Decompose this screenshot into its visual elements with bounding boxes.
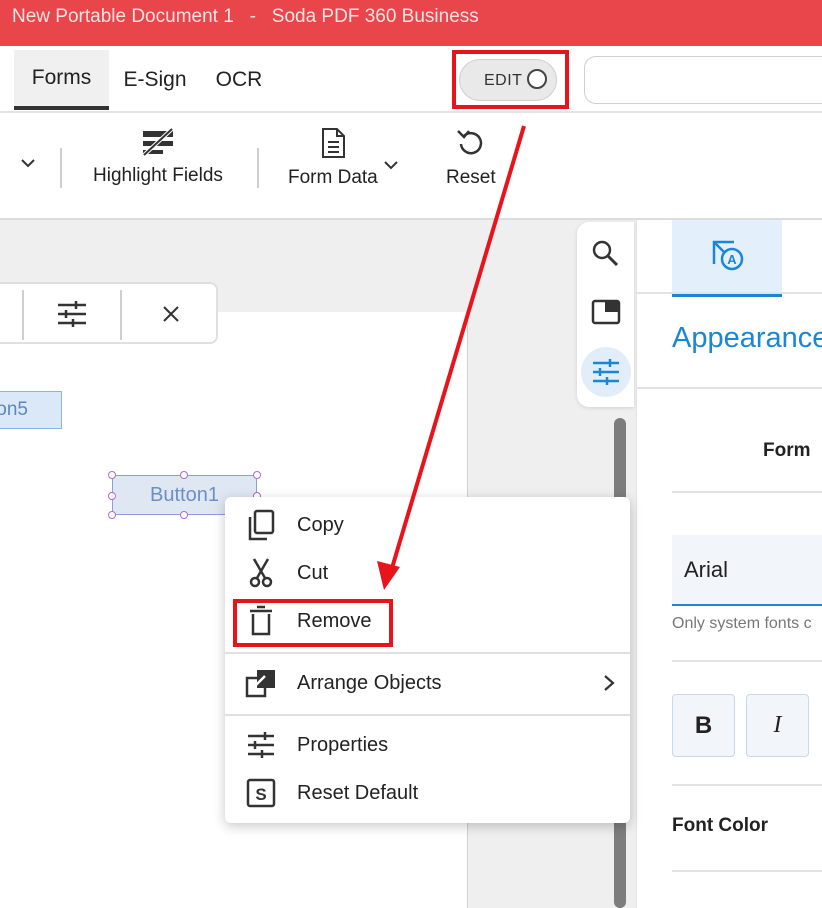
side-icon-strip [577, 222, 634, 407]
ribbon-divider [257, 148, 259, 188]
sliders-icon[interactable] [56, 300, 88, 328]
form-data-button[interactable]: Form Data [288, 127, 378, 189]
tab-forms[interactable]: Forms [14, 50, 109, 110]
tab-ocr[interactable]: OCR [206, 50, 272, 110]
form-field-button5[interactable]: on5 [0, 391, 62, 429]
sliders-icon [593, 359, 619, 385]
bold-button[interactable]: B [672, 694, 735, 757]
arrange-objects-icon [245, 670, 275, 698]
resize-handle[interactable] [108, 471, 116, 479]
resize-handle[interactable] [180, 511, 188, 519]
form-data-label: Form Data [288, 167, 378, 188]
highlight-fields-icon [142, 127, 174, 157]
chevron-down-icon[interactable] [20, 157, 36, 169]
divider [637, 292, 822, 294]
menu-item-copy[interactable]: Copy [225, 503, 630, 547]
menu-label: Copy [297, 513, 344, 536]
ribbon-divider [60, 148, 62, 188]
menu-item-cut[interactable]: Cut [225, 551, 630, 595]
title-bar: New Portable Document 1 - Soda PDF 360 B… [0, 0, 822, 46]
appearance-icon: A [712, 240, 744, 271]
close-icon[interactable] [162, 305, 180, 323]
sliders-icon [248, 732, 274, 758]
divider [672, 870, 822, 872]
properties-panel-button[interactable] [581, 347, 631, 397]
resize-handle[interactable] [108, 511, 116, 519]
tab-forms-label: Forms [31, 66, 92, 89]
resize-handle[interactable] [253, 471, 261, 479]
font-color-label: Font Color [672, 815, 769, 836]
font-hint-text: Only system fonts c [672, 615, 812, 632]
panel-heading: Appearance [672, 322, 822, 354]
menu-item-reset-default[interactable]: S Reset Default [225, 771, 630, 815]
menu-divider [225, 652, 630, 654]
chevron-down-icon[interactable] [383, 159, 399, 171]
thumbnails-panel-icon[interactable] [591, 299, 621, 325]
button1-label: Button1 [150, 483, 219, 506]
menu-label: Arrange Objects [297, 671, 442, 694]
resize-handle[interactable] [108, 492, 116, 500]
context-menu: Copy Cut Remove Arrange Objects Properti… [225, 497, 630, 823]
font-family-value: Arial [684, 557, 729, 582]
field-floating-toolbar [0, 282, 218, 344]
annotation-highlight-remove [233, 599, 393, 647]
divider [672, 660, 822, 662]
properties-panel: A Appearance Form Arial Only system font… [636, 220, 822, 908]
chevron-right-icon [604, 675, 615, 691]
reset-icon [456, 130, 483, 155]
svg-text:S: S [255, 785, 266, 804]
tab-ocr-label: OCR [215, 68, 263, 91]
window-title: New Portable Document 1 - Soda PDF 360 B… [12, 6, 479, 27]
highlight-fields-button[interactable]: Highlight Fields [93, 127, 223, 187]
menu-item-arrange-objects[interactable]: Arrange Objects [225, 661, 630, 705]
highlight-fields-label: Highlight Fields [93, 165, 223, 186]
form-section-label: Form [763, 440, 811, 461]
toolbar-divider [120, 290, 122, 340]
copy-icon [248, 509, 275, 541]
divider [672, 784, 822, 786]
resize-handle[interactable] [180, 471, 188, 479]
tab-appearance[interactable]: A [672, 220, 782, 297]
svg-text:A: A [727, 252, 737, 267]
field5-label: on5 [0, 399, 28, 420]
divider [672, 491, 822, 493]
ribbon-toolbar: Highlight Fields Form Data Reset [0, 113, 822, 220]
tab-esign-label: E-Sign [123, 68, 187, 91]
menu-label: Reset Default [297, 781, 419, 804]
menu-label: Cut [297, 561, 329, 584]
reset-button[interactable]: Reset [446, 127, 496, 189]
annotation-highlight-edit [452, 50, 569, 109]
search-input[interactable] [584, 56, 822, 104]
search-icon[interactable] [591, 239, 619, 267]
tab-esign[interactable]: E-Sign [115, 50, 195, 110]
italic-button[interactable]: I [746, 694, 809, 757]
scissors-icon [249, 558, 273, 588]
reset-label: Reset [446, 167, 496, 188]
reset-default-icon: S [246, 778, 276, 808]
menu-label: Properties [297, 733, 389, 756]
font-family-select[interactable]: Arial [672, 535, 822, 606]
menu-divider [225, 714, 630, 716]
document-icon [321, 128, 345, 158]
divider [637, 387, 822, 389]
italic-label: I [773, 712, 782, 738]
menu-item-properties[interactable]: Properties [225, 723, 630, 767]
toolbar-divider [22, 290, 24, 340]
bold-label: B [694, 711, 713, 739]
